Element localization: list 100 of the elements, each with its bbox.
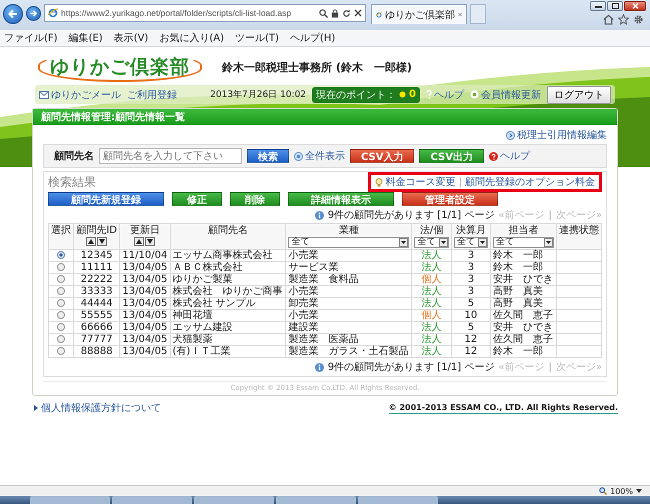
coin-icon (399, 91, 406, 98)
filter-dropdown[interactable]: 全て (288, 237, 410, 248)
home-icon[interactable] (603, 14, 614, 25)
triangle-up-icon (88, 239, 94, 244)
action-button[interactable]: 管理者設定 (402, 192, 498, 206)
table-cell: 13/04/05 (120, 346, 170, 358)
menu-item[interactable]: ファイル(F) (4, 31, 58, 45)
caret-icon (399, 238, 408, 247)
radio-button[interactable] (57, 299, 66, 308)
table-cell: 13/04/05 (120, 286, 170, 298)
action-button[interactable]: 顧問先新規登録 (48, 192, 164, 206)
column-header: 業種 (338, 225, 359, 236)
separator: | (458, 176, 462, 188)
mail-link[interactable]: ゆりかごメール (39, 88, 121, 102)
table-cell: 建設業 (286, 322, 412, 334)
info-icon (314, 210, 324, 220)
action-button[interactable]: 詳細情報表示 (288, 192, 394, 206)
table-cell: 製造業 ガラス・土石製品 (286, 346, 412, 358)
menu-item[interactable]: 表示(V) (114, 31, 148, 45)
forward-button[interactable] (26, 6, 41, 21)
search-field[interactable]: 顧問先名を入力して下さい (99, 148, 242, 164)
close-icon[interactable] (354, 9, 362, 17)
column-header: 選択 (51, 225, 72, 236)
column-header: 顧問先名 (208, 225, 248, 236)
browser-tab[interactable]: ゆりかご倶楽部 (371, 4, 467, 24)
logout-button[interactable]: ログアウト (547, 86, 611, 104)
menu-item[interactable]: お気に入り(A) (159, 31, 224, 45)
result-count: 9件の顧問先があります [1/1] ページ (328, 208, 494, 222)
action-button[interactable]: 修正 (172, 192, 222, 206)
close-window-button[interactable] (624, 1, 646, 11)
radio-button[interactable] (57, 263, 66, 272)
radio-button[interactable] (57, 287, 66, 296)
menu-item[interactable]: ツール(T) (235, 31, 279, 45)
radio-button[interactable] (57, 347, 66, 356)
show-all-link[interactable]: 全件表示 (294, 149, 345, 163)
table-cell: 11111 (74, 262, 120, 274)
radio-button[interactable] (57, 323, 66, 332)
column-header: 担当者 (508, 225, 538, 236)
separator: | (548, 362, 552, 372)
table-cell: 神田花壇 (170, 310, 286, 322)
table-cell: 鈴木 一郎 (490, 250, 556, 262)
points-badge: 現在のポイント： 0 (312, 86, 420, 102)
fee-course-link[interactable]: 料金コース変更 (386, 175, 456, 189)
member-update-link[interactable]: 会員情報更新 (470, 88, 541, 102)
table-cell: 小売業 (286, 286, 412, 298)
table-cell: 55555 (74, 310, 120, 322)
search-icon[interactable] (319, 8, 328, 18)
minimize-button[interactable] (590, 1, 606, 11)
privacy-link[interactable]: 個人情報保護方針について (34, 401, 161, 415)
edit-link[interactable]: 税理士引用情報編集 (506, 128, 607, 142)
dot-circle-icon (470, 90, 479, 99)
table-cell: 株式会社 ゆりかご商事 (170, 286, 286, 298)
radio-button[interactable] (57, 311, 66, 320)
table-cell: 66666 (74, 322, 120, 334)
back-button[interactable] (3, 4, 23, 24)
sort-descending-button[interactable] (97, 237, 108, 246)
address-bar[interactable]: https://www2.yurikago.net/portal/folder/scripts/cli-list-load.asp (44, 4, 366, 22)
filter-dropdown[interactable]: 全て (493, 237, 554, 248)
help-link[interactable]: ヘルプ (488, 149, 530, 163)
radio-button[interactable] (57, 251, 66, 260)
table-cell: 犬猫製薬 (170, 334, 286, 346)
date-time: 2013年7月26日 10:02 (210, 88, 306, 101)
search-action-button[interactable]: CSV入力 (350, 149, 414, 163)
filter-dropdown[interactable]: 全て (414, 237, 449, 248)
chevron-circle-icon (506, 130, 515, 140)
filter-dropdown[interactable]: 全て (454, 237, 488, 248)
settings-icon[interactable] (633, 14, 644, 25)
triangle-down-icon (147, 239, 154, 244)
triangle-right-icon (34, 405, 38, 411)
action-button[interactable]: 削除 (230, 192, 280, 206)
zoom-level[interactable]: 100% (610, 486, 633, 496)
globe-icon (376, 10, 382, 20)
mail-icon (39, 90, 49, 98)
caret-icon (544, 238, 553, 247)
star-icon[interactable] (618, 14, 629, 25)
search-action-button[interactable]: CSV出力 (419, 149, 484, 163)
sort-ascending-button[interactable] (134, 237, 144, 246)
radio-button[interactable] (57, 335, 66, 344)
option-fee-link[interactable]: 顧問先登録のオプション料金 (465, 175, 595, 189)
sort-ascending-button[interactable] (86, 237, 96, 246)
search-action-button[interactable]: 検索 (247, 149, 289, 163)
radio-button[interactable] (57, 275, 66, 284)
help-link[interactable]: ヘルプ (426, 88, 464, 102)
site-copyright: © 2001-2013 ESSAM CO., LTD. All Rights Reserved. (388, 402, 618, 414)
menu-item[interactable]: ヘルプ(H) (290, 31, 336, 45)
sort-descending-button[interactable] (145, 237, 156, 246)
dot-circle-icon (294, 152, 303, 160)
zoom-icon (599, 487, 608, 495)
menu-item[interactable]: 編集(E) (68, 31, 103, 45)
table-cell: 安井 ひでき (490, 274, 556, 286)
refresh-icon[interactable] (342, 8, 351, 18)
help-icon (488, 152, 498, 160)
caret-icon[interactable] (636, 489, 642, 493)
table-cell: 製造業 医薬品 (286, 334, 412, 346)
table-cell: エッサム建設 (170, 322, 286, 334)
table-cell: 鈴木 一郎 (490, 262, 556, 274)
table-cell: 13/04/05 (120, 322, 170, 334)
maximize-button[interactable] (607, 1, 623, 11)
table-cell: サービス業 (286, 262, 412, 274)
registration-link[interactable]: ご利用登録 (127, 88, 177, 102)
